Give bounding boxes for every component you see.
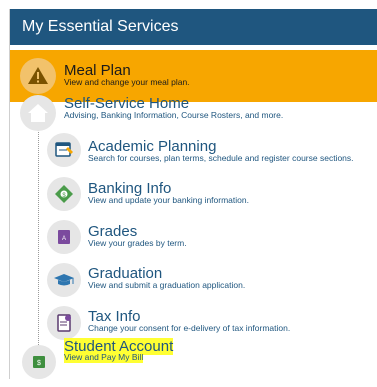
svg-text:A: A <box>62 236 66 242</box>
student-account-desc: View and Pay My Bill <box>64 352 144 363</box>
self-service-home-desc: Advising, Banking Information, Course Ro… <box>64 110 284 120</box>
planning-icon <box>47 133 81 167</box>
item-desc: Change your consent for e-delivery of ta… <box>88 323 291 333</box>
panel-header: My Essential Services <box>10 9 377 45</box>
banking-icon: $ <box>47 177 81 211</box>
graduation-cap-icon <box>47 263 81 297</box>
item-desc: View and submit a graduation application… <box>88 280 246 290</box>
home-icon <box>20 95 56 131</box>
money-icon: $ <box>22 345 56 379</box>
tree-connector-line <box>38 127 39 349</box>
meal-plan-desc: View and change your meal plan. <box>64 77 190 87</box>
item-desc: View and update your banking information… <box>88 195 249 205</box>
item-desc: View your grades by term. <box>88 238 187 248</box>
essential-services-panel: My Essential Services Meal Plan View and… <box>9 9 377 379</box>
warning-icon <box>20 58 56 94</box>
tax-document-icon <box>47 306 81 340</box>
grades-icon: A <box>47 220 81 254</box>
item-desc: Search for courses, plan terms, schedule… <box>88 153 354 163</box>
svg-text:$: $ <box>37 360 41 367</box>
